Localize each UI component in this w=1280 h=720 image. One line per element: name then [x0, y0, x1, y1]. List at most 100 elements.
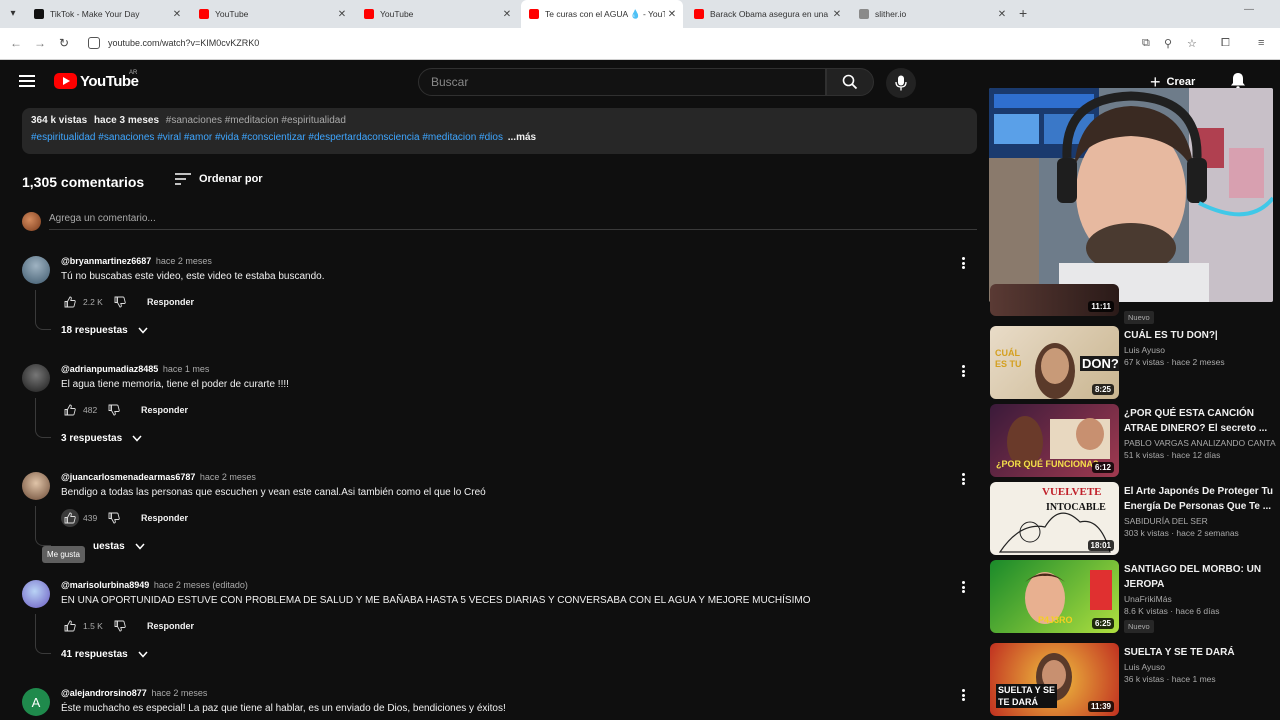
video-title[interactable]: SUELTA Y SE TE DARÁ	[1124, 645, 1276, 660]
install-app-icon[interactable]: ⧉	[1142, 37, 1150, 50]
browser-menu-icon[interactable]: ≡	[1258, 37, 1264, 49]
close-tab-icon[interactable]: ✕	[665, 9, 679, 20]
minimize-icon[interactable]: —	[1244, 4, 1254, 15]
show-more-link[interactable]: ...más	[508, 132, 536, 143]
tab-search-icon[interactable]: ▾	[4, 4, 22, 22]
reload-icon[interactable]: ↻	[59, 36, 69, 50]
comment-time[interactable]: hace 2 meses	[156, 256, 212, 266]
dislike-icon[interactable]	[105, 401, 123, 419]
comment-author[interactable]: @alejandrorsino877	[61, 688, 147, 698]
dislike-icon[interactable]	[105, 509, 123, 527]
url-text[interactable]: youtube.com/watch?v=KIM0cvKZRK0	[108, 38, 259, 48]
tab-title: TikTok - Make Your Day	[50, 9, 140, 19]
like-icon[interactable]	[61, 509, 79, 527]
close-tab-icon[interactable]: ✕	[995, 9, 1009, 20]
more-actions-icon[interactable]	[957, 363, 969, 379]
reply-button[interactable]: Responder	[141, 405, 188, 415]
close-tab-icon[interactable]: ✕	[500, 9, 514, 20]
more-actions-icon[interactable]	[957, 471, 969, 487]
channel-name[interactable]: SABIDURÍA DEL SER	[1124, 516, 1276, 526]
country-code: AR	[129, 70, 138, 76]
channel-name[interactable]: UnaFrikiMás	[1124, 594, 1276, 604]
like-icon[interactable]	[61, 401, 79, 419]
comment-author[interactable]: @adrianpumadiaz8485	[61, 364, 158, 374]
search-input[interactable]	[431, 75, 811, 89]
view-replies-button[interactable]: 41 respuestas	[61, 649, 148, 660]
bookmark-star-icon[interactable]: ☆	[1187, 37, 1197, 50]
menu-icon[interactable]	[19, 75, 35, 87]
avatar[interactable]	[22, 472, 50, 500]
like-icon[interactable]	[61, 617, 79, 635]
browser-tab[interactable]: slither.io ✕	[851, 0, 1013, 28]
reply-button[interactable]: Responder	[141, 513, 188, 523]
comment-time[interactable]: hace 2 meses	[200, 472, 256, 482]
close-tab-icon[interactable]: ✕	[170, 9, 184, 20]
related-video[interactable]: SUELTA Y SE TE DARÁ 11:39 SUELTA Y SE TE…	[990, 643, 1275, 717]
browser-tab[interactable]: Barack Obama asegura en una ✕	[686, 0, 848, 28]
back-icon[interactable]: ←	[10, 36, 22, 50]
video-title[interactable]: El Arte Japonés De Proteger Tu Energía D…	[1124, 484, 1276, 514]
comment-author[interactable]: @juancarlosmenadearmas6787	[61, 472, 195, 482]
view-replies-button[interactable]: uestas	[93, 541, 145, 552]
search-box[interactable]	[418, 68, 826, 96]
sort-by-button[interactable]: Ordenar por	[175, 173, 263, 185]
new-tab-icon[interactable]: +	[1019, 5, 1027, 21]
youtube-logo-icon[interactable]	[54, 73, 77, 89]
thumbnail-text: INTOCABLE	[1046, 502, 1106, 513]
channel-name[interactable]: PABLO VARGAS ANALIZANDO CANTANTES	[1124, 438, 1276, 448]
video-thumbnail[interactable]: ¿POR QUÉ FUNCIONA? 6:12	[990, 404, 1119, 477]
video-title[interactable]: ¿POR QUÉ ESTA CANCIÓN ATRAE DINERO? El s…	[1124, 406, 1276, 436]
reply-button[interactable]: Responder	[147, 621, 194, 631]
related-video[interactable]: ¿POR QUÉ FUNCIONA? 6:12 ¿POR QUÉ ESTA CA…	[990, 404, 1276, 478]
avatar[interactable]: A	[22, 688, 50, 716]
related-video[interactable]: VUELVETE INTOCABLE 18:01 El Arte Japonés…	[990, 482, 1275, 556]
avatar[interactable]	[22, 256, 50, 284]
related-video[interactable]: CUÁL ES TU DON? 8:25 CUÁL ES TU DON?| Lu…	[990, 326, 1275, 400]
video-thumbnail[interactable]: 11:11	[990, 284, 1119, 316]
like-icon[interactable]	[61, 293, 79, 311]
more-actions-icon[interactable]	[957, 255, 969, 271]
video-thumbnail[interactable]: P4J3RO 6:25	[990, 560, 1119, 633]
forward-icon[interactable]: →	[34, 36, 46, 50]
comment-time[interactable]: hace 2 meses	[151, 688, 207, 698]
search-button[interactable]	[826, 68, 874, 96]
more-actions-icon[interactable]	[957, 687, 969, 703]
thread-connector	[35, 290, 51, 330]
comment-author[interactable]: @bryanmartinez6687	[61, 256, 151, 266]
video-title[interactable]: CUÁL ES TU DON?|	[1124, 328, 1276, 343]
close-tab-icon[interactable]: ✕	[830, 9, 844, 20]
channel-name[interactable]: Luis Ayuso	[1124, 662, 1276, 672]
site-info-icon[interactable]	[88, 37, 100, 49]
extensions-icon[interactable]: ⧠	[1221, 37, 1230, 50]
url-field[interactable]: youtube.com/watch?v=KIM0cvKZRK0	[82, 32, 1142, 56]
add-comment-input[interactable]: Agrega un comentario...	[49, 213, 156, 224]
hashtags-header[interactable]: #sanaciones #meditacion #espiritualidad	[166, 115, 346, 126]
browser-tab[interactable]: YouTube ✕	[191, 0, 353, 28]
view-replies-button[interactable]: 18 respuestas	[61, 325, 148, 336]
hashtag-links[interactable]: #espiritualidad #sanaciones #viral #amor…	[31, 132, 503, 143]
dislike-icon[interactable]	[111, 293, 129, 311]
browser-tab[interactable]: YouTube ✕	[356, 0, 518, 28]
more-actions-icon[interactable]	[957, 579, 969, 595]
video-thumbnail[interactable]: SUELTA Y SE TE DARÁ 11:39	[990, 643, 1119, 716]
voice-search-button[interactable]	[886, 68, 916, 98]
comment-time[interactable]: hace 2 meses (editado)	[154, 580, 248, 590]
reply-button[interactable]: Responder	[147, 297, 194, 307]
related-video-partial[interactable]: 11:11 Nuevo	[990, 284, 1275, 324]
video-title[interactable]: SANTIAGO DEL MORBO: UN JEROPA	[1124, 562, 1276, 592]
zoom-icon[interactable]: ⚲	[1164, 37, 1172, 50]
comment-author[interactable]: @marisolurbina8949	[61, 580, 149, 590]
video-description[interactable]: 364 k vistas hace 3 meses #sanaciones #m…	[22, 108, 977, 154]
comment-time[interactable]: hace 1 mes	[163, 364, 210, 374]
channel-name[interactable]: Luis Ayuso	[1124, 345, 1276, 355]
video-thumbnail[interactable]: CUÁL ES TU DON? 8:25	[990, 326, 1119, 399]
view-replies-button[interactable]: 3 respuestas	[61, 433, 142, 444]
video-thumbnail[interactable]: VUELVETE INTOCABLE 18:01	[990, 482, 1119, 555]
dislike-icon[interactable]	[111, 617, 129, 635]
close-tab-icon[interactable]: ✕	[335, 9, 349, 20]
avatar[interactable]	[22, 364, 50, 392]
browser-tab-active[interactable]: Te curas con el AGUA 💧 - YouTube ✕	[521, 0, 683, 28]
related-video[interactable]: P4J3RO 6:25 SANTIAGO DEL MORBO: UN JEROP…	[990, 560, 1275, 634]
browser-tab[interactable]: TikTok - Make Your Day ✕	[26, 0, 188, 28]
avatar[interactable]	[22, 580, 50, 608]
